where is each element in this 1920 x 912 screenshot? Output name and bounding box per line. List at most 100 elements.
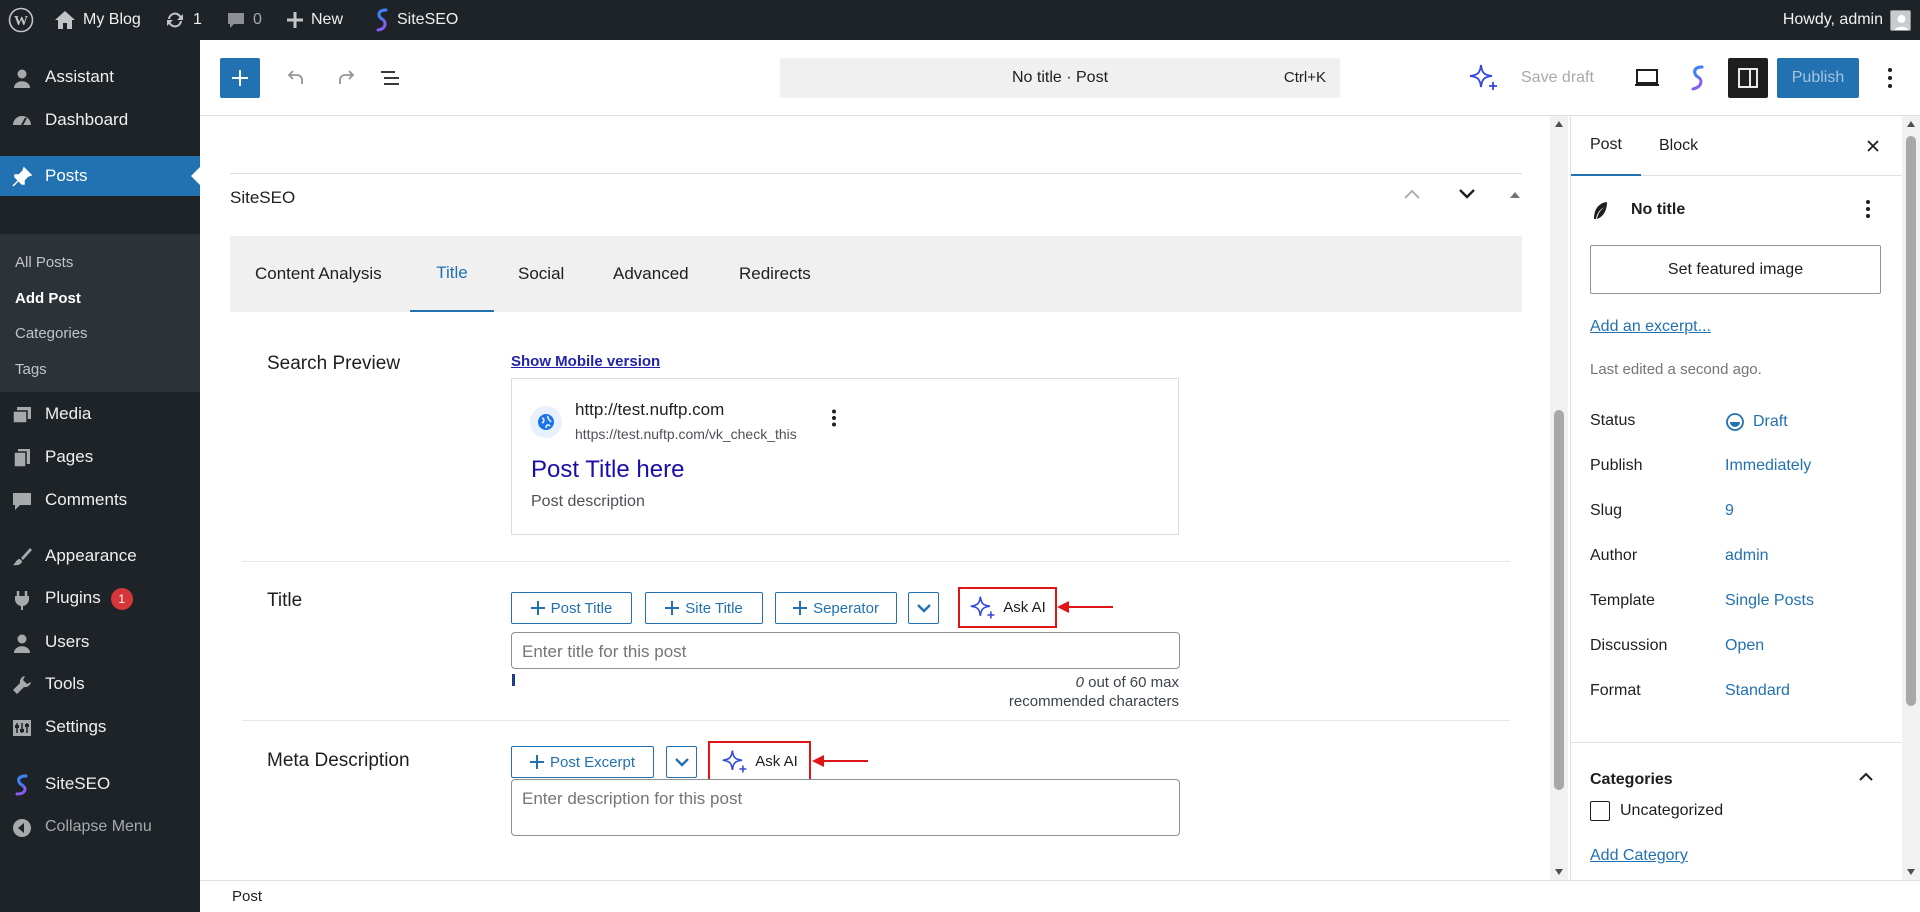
ai-assistant-button[interactable] [1464, 58, 1504, 98]
content-scrollbar[interactable] [1550, 116, 1568, 880]
publish-value-button[interactable]: Immediately [1725, 457, 1811, 475]
avatar [1890, 9, 1911, 31]
posts-submenu: All Posts Add Post Categories Tags [0, 234, 200, 392]
plus-icon [530, 601, 545, 615]
submenu-categories[interactable]: Categories [15, 325, 88, 342]
collapse-icon [13, 819, 31, 837]
scroll-down-icon[interactable] [1554, 868, 1564, 876]
wordpress-logo-icon[interactable]: W [8, 0, 34, 40]
format-value-button[interactable]: Standard [1725, 682, 1790, 700]
updates-link[interactable]: 1 [164, 0, 202, 40]
category-uncategorized[interactable]: Uncategorized [1590, 801, 1723, 821]
updates-count: 1 [193, 11, 202, 28]
slug-value-button[interactable]: 9 [1725, 502, 1734, 520]
sidebar-item-media[interactable]: Media [0, 394, 200, 434]
command-palette-button[interactable]: No title · Post Ctrl+K [780, 58, 1340, 98]
sidebar-item-label: Comments [45, 490, 128, 509]
scroll-up-icon[interactable] [1906, 120, 1916, 128]
template-value-button[interactable]: Single Posts [1725, 592, 1814, 610]
chevron-down-icon[interactable] [1458, 188, 1476, 200]
siteseo-logo-icon [376, 8, 388, 32]
post-feather-icon [1594, 202, 1607, 219]
undo-button[interactable] [276, 58, 316, 98]
sidebar-item-settings[interactable]: Settings [0, 707, 200, 747]
tab-redirects[interactable]: Redirects [739, 236, 811, 312]
categories-panel-toggle[interactable]: Categories [1590, 754, 1885, 804]
breadcrumb[interactable]: Post [232, 888, 262, 905]
discussion-value-button[interactable]: Open [1725, 637, 1764, 655]
insert-post-title-button[interactable]: Post Title [511, 592, 632, 624]
undo-icon [287, 70, 303, 84]
close-icon[interactable] [1865, 138, 1881, 154]
count-value: 0 [1075, 674, 1084, 691]
scroll-up-icon[interactable] [1554, 120, 1564, 128]
meta-ask-ai-button[interactable]: Ask AI [708, 741, 811, 782]
document-overview-button[interactable] [370, 58, 410, 98]
tab-content-analysis[interactable]: Content Analysis [255, 236, 382, 312]
category-checkbox[interactable] [1590, 801, 1610, 821]
options-button[interactable] [1870, 58, 1910, 98]
sidebar-item-posts[interactable]: Posts [0, 156, 200, 196]
categories-title: Categories [1590, 771, 1673, 788]
preview-button[interactable] [1627, 58, 1667, 98]
scrollbar-thumb[interactable] [1906, 136, 1916, 706]
sidebar-item-pages[interactable]: Pages [0, 437, 200, 477]
redo-button[interactable] [326, 58, 366, 98]
add-excerpt-link[interactable]: Add an excerpt... [1590, 318, 1711, 336]
status-value-button[interactable]: Draft [1725, 412, 1788, 432]
insert-post-excerpt-button[interactable]: Post Excerpt [511, 746, 654, 778]
submenu-all-posts[interactable]: All Posts [15, 254, 73, 271]
sidebar-icon [1738, 68, 1758, 88]
comments-link[interactable]: 0 [226, 0, 262, 40]
more-tags-dropdown-button[interactable] [908, 592, 939, 624]
caret-up-icon[interactable] [1509, 191, 1521, 199]
new-content-link[interactable]: New [286, 0, 343, 40]
shortcut-hint: Ctrl+K [1283, 69, 1326, 86]
seo-title-input[interactable]: Enter title for this post [511, 632, 1180, 669]
scroll-down-icon[interactable] [1906, 868, 1916, 876]
add-category-link[interactable]: Add Category [1590, 847, 1688, 865]
template-label: Template [1590, 592, 1655, 609]
plus-icon [665, 601, 680, 615]
save-draft-button[interactable]: Save draft [1521, 62, 1594, 94]
meta-description-textarea[interactable]: Enter description for this post [511, 779, 1180, 836]
settings-scrollbar[interactable] [1902, 116, 1920, 880]
insert-site-title-button[interactable]: Site Title [645, 592, 763, 624]
submenu-tags[interactable]: Tags [15, 361, 47, 378]
block-inserter-button[interactable] [220, 58, 260, 98]
submenu-add-post[interactable]: Add Post [15, 290, 81, 307]
tab-social[interactable]: Social [518, 236, 564, 312]
redo-icon [339, 70, 355, 84]
more-vertical-icon[interactable] [1865, 199, 1871, 219]
insert-separator-button[interactable]: Seperator [775, 592, 897, 624]
sidebar-item-comments[interactable]: Comments [0, 480, 200, 520]
sidebar-item-plugins[interactable]: Plugins 1 [0, 579, 200, 619]
sparkle-icon [1469, 64, 1497, 90]
show-mobile-version-link[interactable]: Show Mobile version [511, 353, 660, 370]
sidebar-item-appearance[interactable]: Appearance [0, 536, 200, 576]
sidebar-item-dashboard[interactable]: Dashboard [0, 100, 200, 140]
sidebar-item-users[interactable]: Users [0, 622, 200, 662]
sidebar-item-tools[interactable]: Tools [0, 664, 200, 704]
chevron-up-icon[interactable] [1403, 188, 1421, 200]
sidebar-item-siteseo[interactable]: SiteSEO [0, 764, 200, 804]
sidebar-item-assistant[interactable]: Assistant [0, 57, 200, 97]
scrollbar-thumb[interactable] [1554, 410, 1564, 790]
meta-tags-dropdown-button[interactable] [666, 746, 697, 778]
my-account-link[interactable]: Howdy, admin [1783, 0, 1911, 40]
tab-block[interactable]: Block [1659, 116, 1698, 176]
set-featured-image-button[interactable]: Set featured image [1590, 245, 1881, 294]
site-name-link[interactable]: My Blog [54, 0, 141, 40]
sidebar-collapse-menu[interactable]: Collapse Menu [0, 807, 200, 847]
settings-toggle-button[interactable] [1728, 58, 1768, 98]
siteseo-admin-link[interactable]: SiteSEO [374, 0, 458, 40]
author-value-button[interactable]: admin [1725, 547, 1769, 565]
siteseo-panel-button[interactable] [1678, 58, 1718, 98]
publish-button[interactable]: Publish [1777, 58, 1859, 98]
title-ask-ai-button[interactable]: Ask AI [958, 587, 1057, 628]
tab-advanced[interactable]: Advanced [613, 236, 689, 312]
tab-post[interactable]: Post [1571, 116, 1641, 176]
tab-title[interactable]: Title [410, 236, 494, 312]
preview-post-title: Post Title here [531, 456, 685, 483]
search-preview-label: Search Preview [267, 353, 401, 374]
